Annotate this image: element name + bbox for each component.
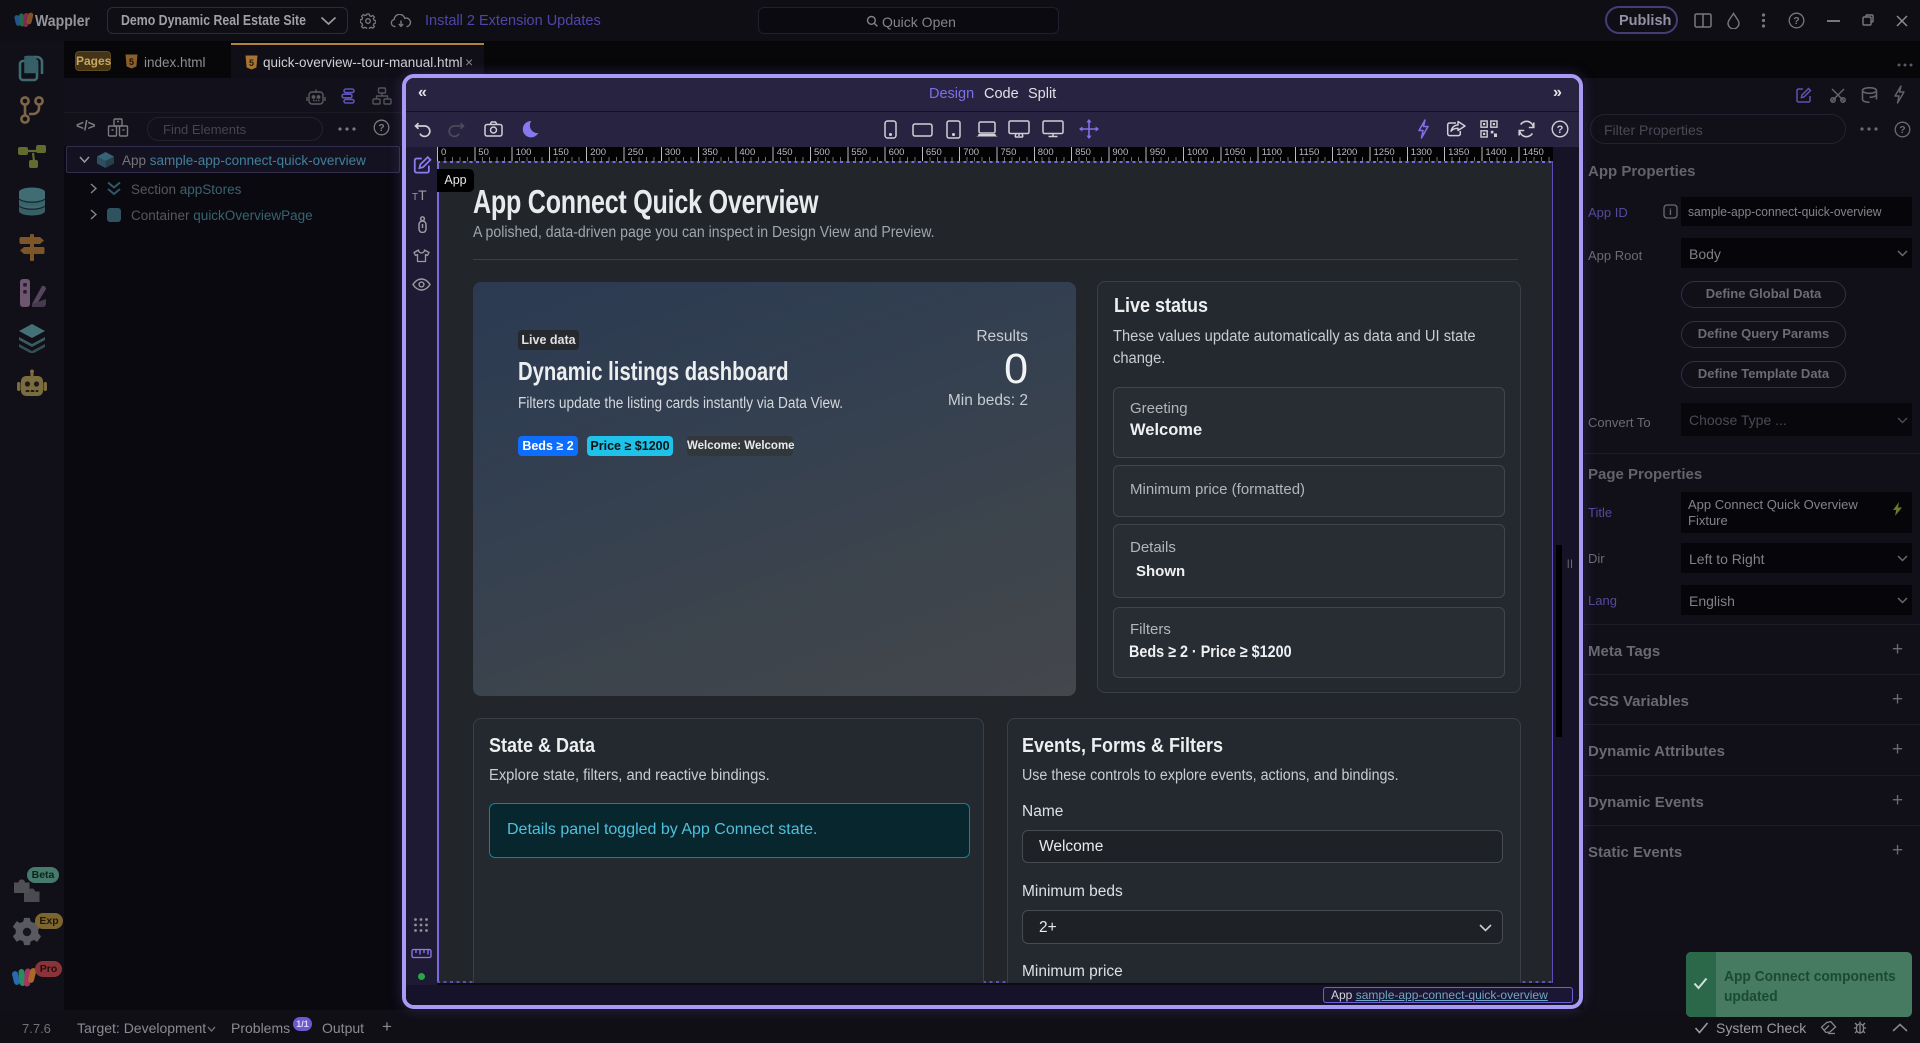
svg-text:i: i xyxy=(1669,207,1672,218)
svg-text:?: ? xyxy=(1899,124,1905,136)
svg-text:?: ? xyxy=(378,122,384,134)
svg-text:?: ? xyxy=(1793,15,1799,27)
svg-text:5: 5 xyxy=(249,58,254,68)
svg-text:5: 5 xyxy=(129,57,134,67)
svg-text:?: ? xyxy=(1557,124,1564,136)
